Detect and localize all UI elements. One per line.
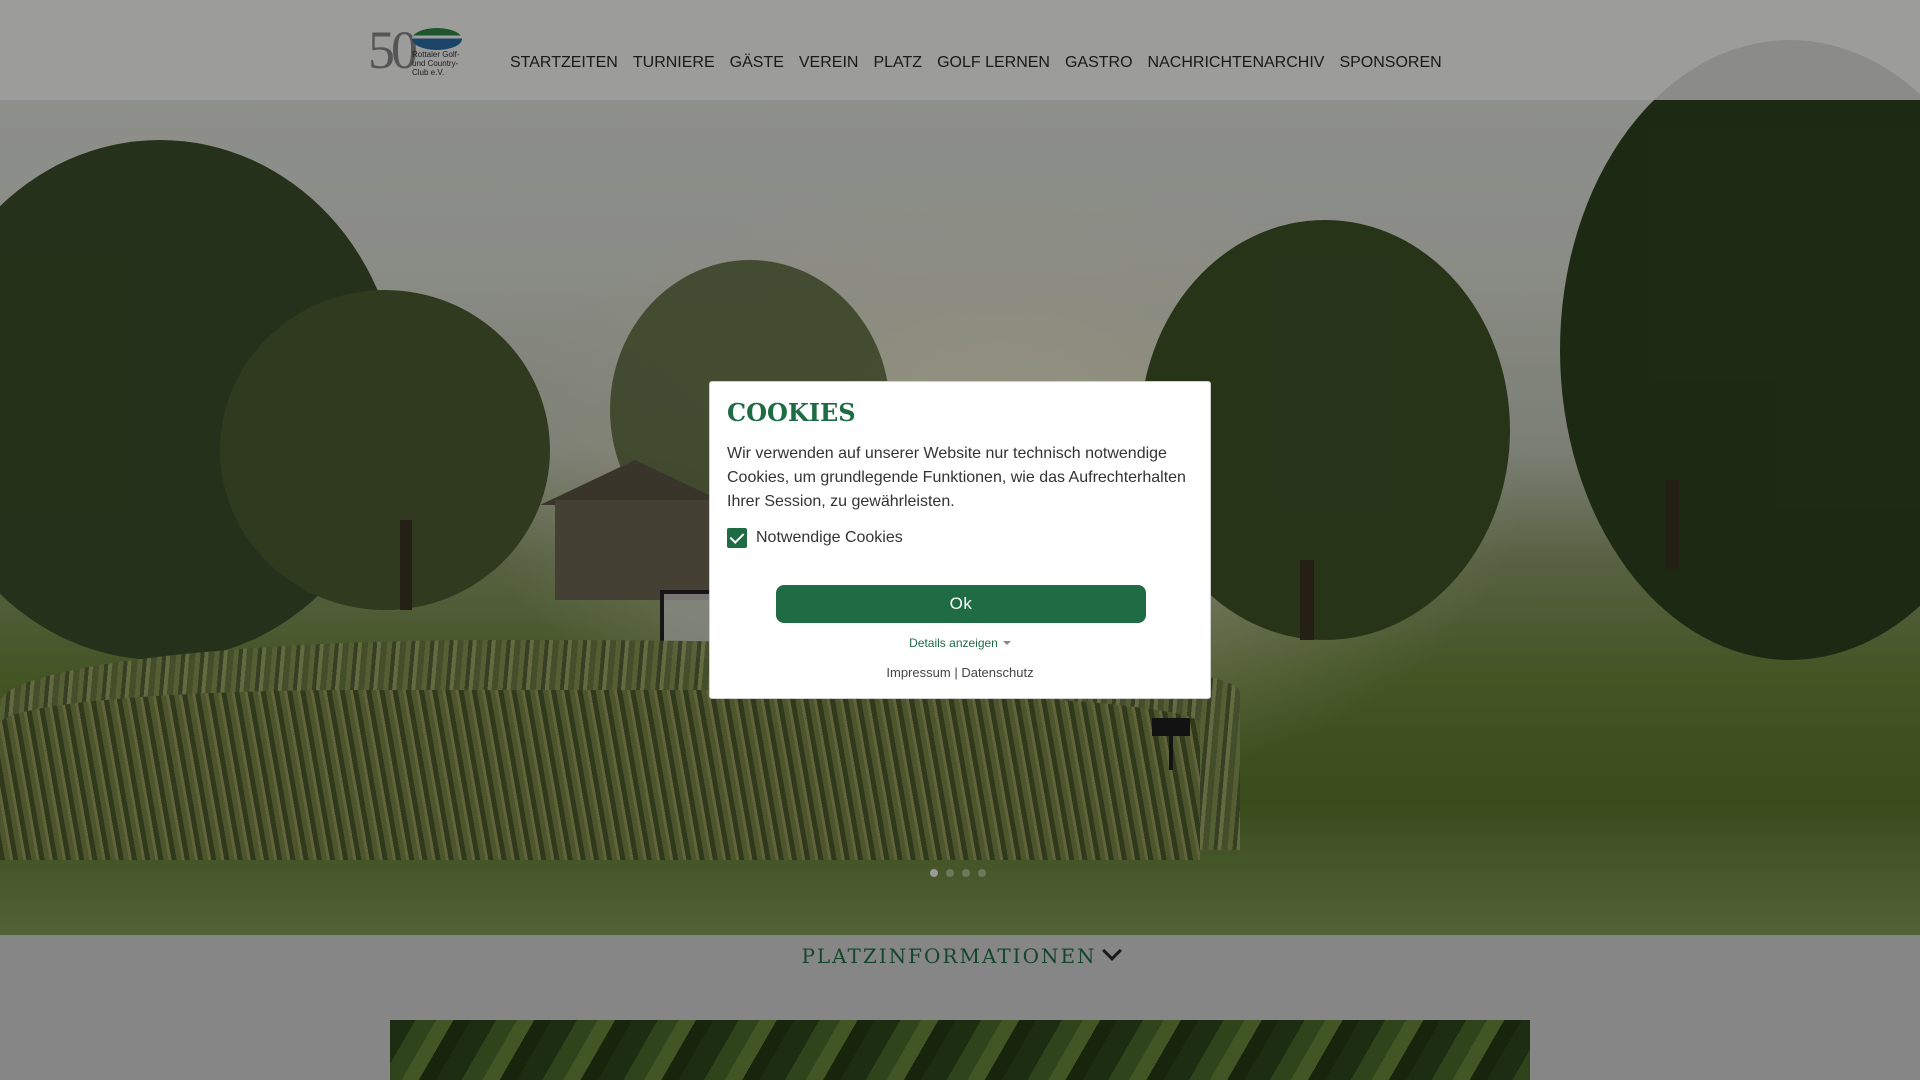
cookie-title: COOKIES — [727, 398, 856, 427]
datenschutz-link[interactable]: Datenschutz — [961, 665, 1033, 680]
necessary-cookies-label: Notwendige Cookies — [756, 529, 903, 546]
link-separator: | — [954, 665, 958, 680]
cookie-footer-links: Impressum | Datenschutz — [710, 665, 1210, 680]
cookie-dialog: COOKIES Wir verwenden auf unserer Websit… — [709, 381, 1211, 699]
impressum-link[interactable]: Impressum — [886, 665, 950, 680]
details-label: Details anzeigen — [909, 636, 998, 650]
ok-button[interactable]: Ok — [776, 585, 1146, 623]
necessary-cookies-row[interactable]: Notwendige Cookies — [727, 528, 1194, 548]
details-toggle[interactable]: Details anzeigen — [710, 636, 1210, 650]
necessary-cookies-checkbox[interactable] — [727, 528, 747, 548]
cookie-text: Wir verwenden auf unserer Website nur te… — [727, 445, 1186, 510]
caret-down-icon — [1002, 641, 1011, 645]
